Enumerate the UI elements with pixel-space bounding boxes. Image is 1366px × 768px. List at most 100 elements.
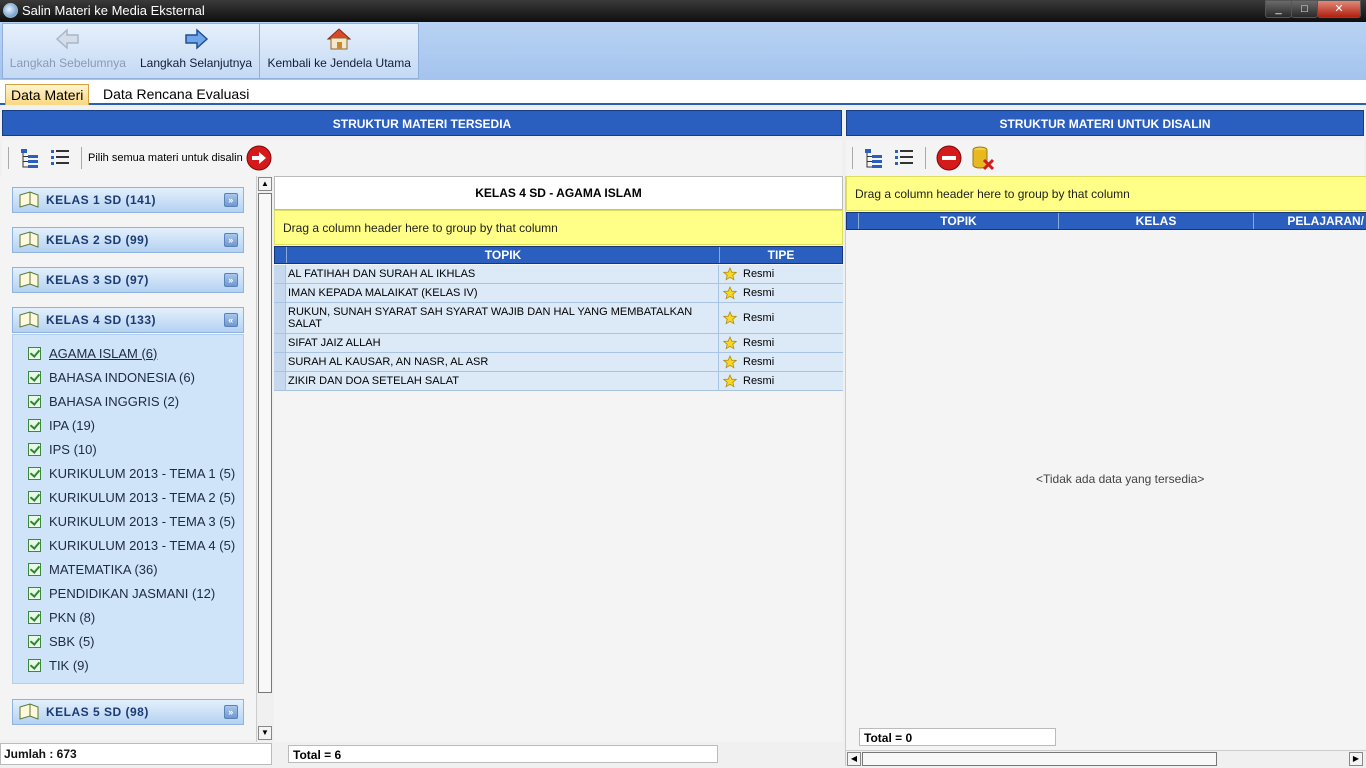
tab-data-materi[interactable]: Data Materi xyxy=(5,84,90,105)
subject-item[interactable]: KURIKULUM 2013 - TEMA 3 (5) xyxy=(13,509,243,533)
subject-label: KURIKULUM 2013 - TEMA 2 (5) xyxy=(49,489,236,505)
checkbox-icon xyxy=(28,586,41,600)
list-view-icon[interactable] xyxy=(49,147,71,169)
accordion-group-label: KELAS 4 SD (133) xyxy=(46,313,157,327)
group-by-area[interactable]: Drag a column header here to group by th… xyxy=(274,210,843,245)
accordion-group-kelas-1[interactable]: KELAS 1 SD (141) » xyxy=(12,187,244,213)
row-tipe: Resmi xyxy=(743,337,775,349)
row-indicator-header xyxy=(275,247,287,263)
subject-item[interactable]: BAHASA INGGRIS (2) xyxy=(13,389,243,413)
column-header-topik[interactable]: TOPIK xyxy=(859,213,1059,229)
horizontal-scrollbar[interactable]: ◀ ▶ xyxy=(846,750,1366,767)
home-button[interactable]: Kembali ke Jendela Utama xyxy=(260,24,418,78)
scroll-thumb[interactable] xyxy=(862,752,1217,766)
row-tipe-cell: Resmi xyxy=(719,353,843,371)
previous-step-button[interactable]: Langkah Sebelumnya xyxy=(3,24,133,78)
accordion-group-label: KELAS 2 SD (99) xyxy=(46,233,149,247)
app-icon xyxy=(3,3,18,18)
empty-grid-message: <Tidak ada data yang tersedia> xyxy=(1036,472,1205,486)
column-header-pelajaran[interactable]: PELAJARAN/ xyxy=(1254,213,1366,229)
toolbar-separator xyxy=(81,147,82,169)
checkbox-icon xyxy=(28,562,41,576)
table-row[interactable]: RUKUN, SUNAH SYARAT SAH SYARAT WAJIB DAN… xyxy=(274,303,843,334)
scroll-down-arrow-icon[interactable]: ▼ xyxy=(258,726,272,740)
tree-view-icon[interactable] xyxy=(19,147,41,169)
accordion-group-label: KELAS 5 SD (98) xyxy=(46,705,149,719)
accordion-group-kelas-3[interactable]: KELAS 3 SD (97) » xyxy=(12,267,244,293)
subject-item[interactable]: KURIKULUM 2013 - TEMA 1 (5) xyxy=(13,461,243,485)
subject-label: KURIKULUM 2013 - TEMA 1 (5) xyxy=(49,465,236,481)
table-row[interactable]: SURAH AL KAUSAR, AN NASR, AL ASR Resmi xyxy=(274,353,843,372)
checkbox-icon xyxy=(28,418,41,432)
accordion-group-kelas-2[interactable]: KELAS 2 SD (99) » xyxy=(12,227,244,253)
scroll-left-arrow-icon[interactable]: ◀ xyxy=(847,752,861,766)
clear-database-icon[interactable] xyxy=(970,145,996,171)
row-tipe: Resmi xyxy=(743,356,775,368)
checkbox-icon xyxy=(28,514,41,528)
subject-item[interactable]: TIK (9) xyxy=(13,653,243,677)
subject-item[interactable]: PKN (8) xyxy=(13,605,243,629)
column-header-kelas[interactable]: KELAS xyxy=(1059,213,1254,229)
list-view-icon[interactable] xyxy=(893,147,915,169)
star-icon xyxy=(723,286,737,300)
row-topik: SIFAT JAIZ ALLAH xyxy=(286,334,719,352)
book-icon xyxy=(19,231,39,248)
checkbox-icon xyxy=(28,442,41,456)
table-row[interactable]: SIFAT JAIZ ALLAH Resmi xyxy=(274,334,843,353)
right-panel-header: STRUKTUR MATERI UNTUK DISALIN xyxy=(846,110,1364,136)
checkbox-icon xyxy=(28,610,41,624)
select-all-label[interactable]: Pilih semua materi untuk disalin xyxy=(88,152,243,164)
subject-item[interactable]: PENDIDIKAN JASMANI (12) xyxy=(13,581,243,605)
subject-item[interactable]: IPA (19) xyxy=(13,413,243,437)
tree-view-icon[interactable] xyxy=(863,147,885,169)
chevron-down-icon: » xyxy=(224,233,238,247)
home-label: Kembali ke Jendela Utama xyxy=(267,56,411,70)
remove-icon[interactable] xyxy=(936,145,962,171)
subject-item[interactable]: KURIKULUM 2013 - TEMA 4 (5) xyxy=(13,533,243,557)
scroll-right-arrow-icon[interactable]: ▶ xyxy=(1349,752,1363,766)
subject-item[interactable]: BAHASA INDONESIA (6) xyxy=(13,365,243,389)
chevron-down-icon: » xyxy=(224,193,238,207)
subject-item[interactable]: SBK (5) xyxy=(13,629,243,653)
column-header-tipe[interactable]: TIPE xyxy=(720,247,842,263)
subject-label: MATEMATIKA (36) xyxy=(49,561,158,577)
table-row[interactable]: IMAN KEPADA MALAIKAT (KELAS IV) Resmi xyxy=(274,284,843,303)
star-icon xyxy=(723,374,737,388)
book-icon xyxy=(19,311,39,328)
scroll-up-arrow-icon[interactable]: ▲ xyxy=(258,177,272,191)
maximize-button[interactable]: □ xyxy=(1291,0,1318,18)
subject-label: SBK (5) xyxy=(49,633,95,649)
row-topik: IMAN KEPADA MALAIKAT (KELAS IV) xyxy=(286,284,719,302)
accordion-group-kelas-5[interactable]: KELAS 5 SD (98) » xyxy=(12,699,244,725)
close-button[interactable]: ✕ xyxy=(1317,0,1361,18)
row-tipe: Resmi xyxy=(743,312,775,324)
table-row[interactable]: ZIKIR DAN DOA SETELAH SALAT Resmi xyxy=(274,372,843,391)
right-total: Total = 0 xyxy=(859,728,1056,746)
subject-item[interactable]: KURIKULUM 2013 - TEMA 2 (5) xyxy=(13,485,243,509)
subject-item[interactable]: AGAMA ISLAM (6) xyxy=(13,341,243,365)
subject-label: KURIKULUM 2013 - TEMA 4 (5) xyxy=(49,537,236,553)
column-header-topik[interactable]: TOPIK xyxy=(287,247,720,263)
accordion-scrollbar[interactable]: ▲ ▼ xyxy=(256,176,273,742)
next-step-button[interactable]: Langkah Selanjutnya xyxy=(133,24,260,78)
left-subtoolbar: Pilih semua materi untuk disalin xyxy=(2,140,842,176)
checkbox-icon xyxy=(28,346,41,360)
scroll-thumb[interactable] xyxy=(258,193,272,693)
select-all-arrow-icon[interactable] xyxy=(246,145,272,171)
table-row[interactable]: AL FATIHAH DAN SURAH AL IKHLAS Resmi xyxy=(274,265,843,284)
tab-data-rencana-evaluasi[interactable]: Data Rencana Evaluasi xyxy=(98,84,254,105)
grid-header: TOPIK KELAS PELAJARAN/ xyxy=(846,212,1366,230)
chevron-down-icon: » xyxy=(224,273,238,287)
subject-item[interactable]: IPS (10) xyxy=(13,437,243,461)
subject-label: TIK (9) xyxy=(49,657,89,673)
group-by-area[interactable]: Drag a column header here to group by th… xyxy=(846,176,1366,211)
accordion-group-label: KELAS 3 SD (97) xyxy=(46,273,149,287)
window-title: Salin Materi ke Media Eksternal xyxy=(22,3,205,18)
checkbox-icon xyxy=(28,490,41,504)
subject-item[interactable]: MATEMATIKA (36) xyxy=(13,557,243,581)
row-tipe-cell: Resmi xyxy=(719,284,843,302)
window-controls: _ □ ✕ xyxy=(1265,0,1361,18)
row-indicator-header xyxy=(847,213,859,229)
minimize-button[interactable]: _ xyxy=(1265,0,1292,18)
accordion-group-kelas-4[interactable]: KELAS 4 SD (133) « xyxy=(12,307,244,333)
